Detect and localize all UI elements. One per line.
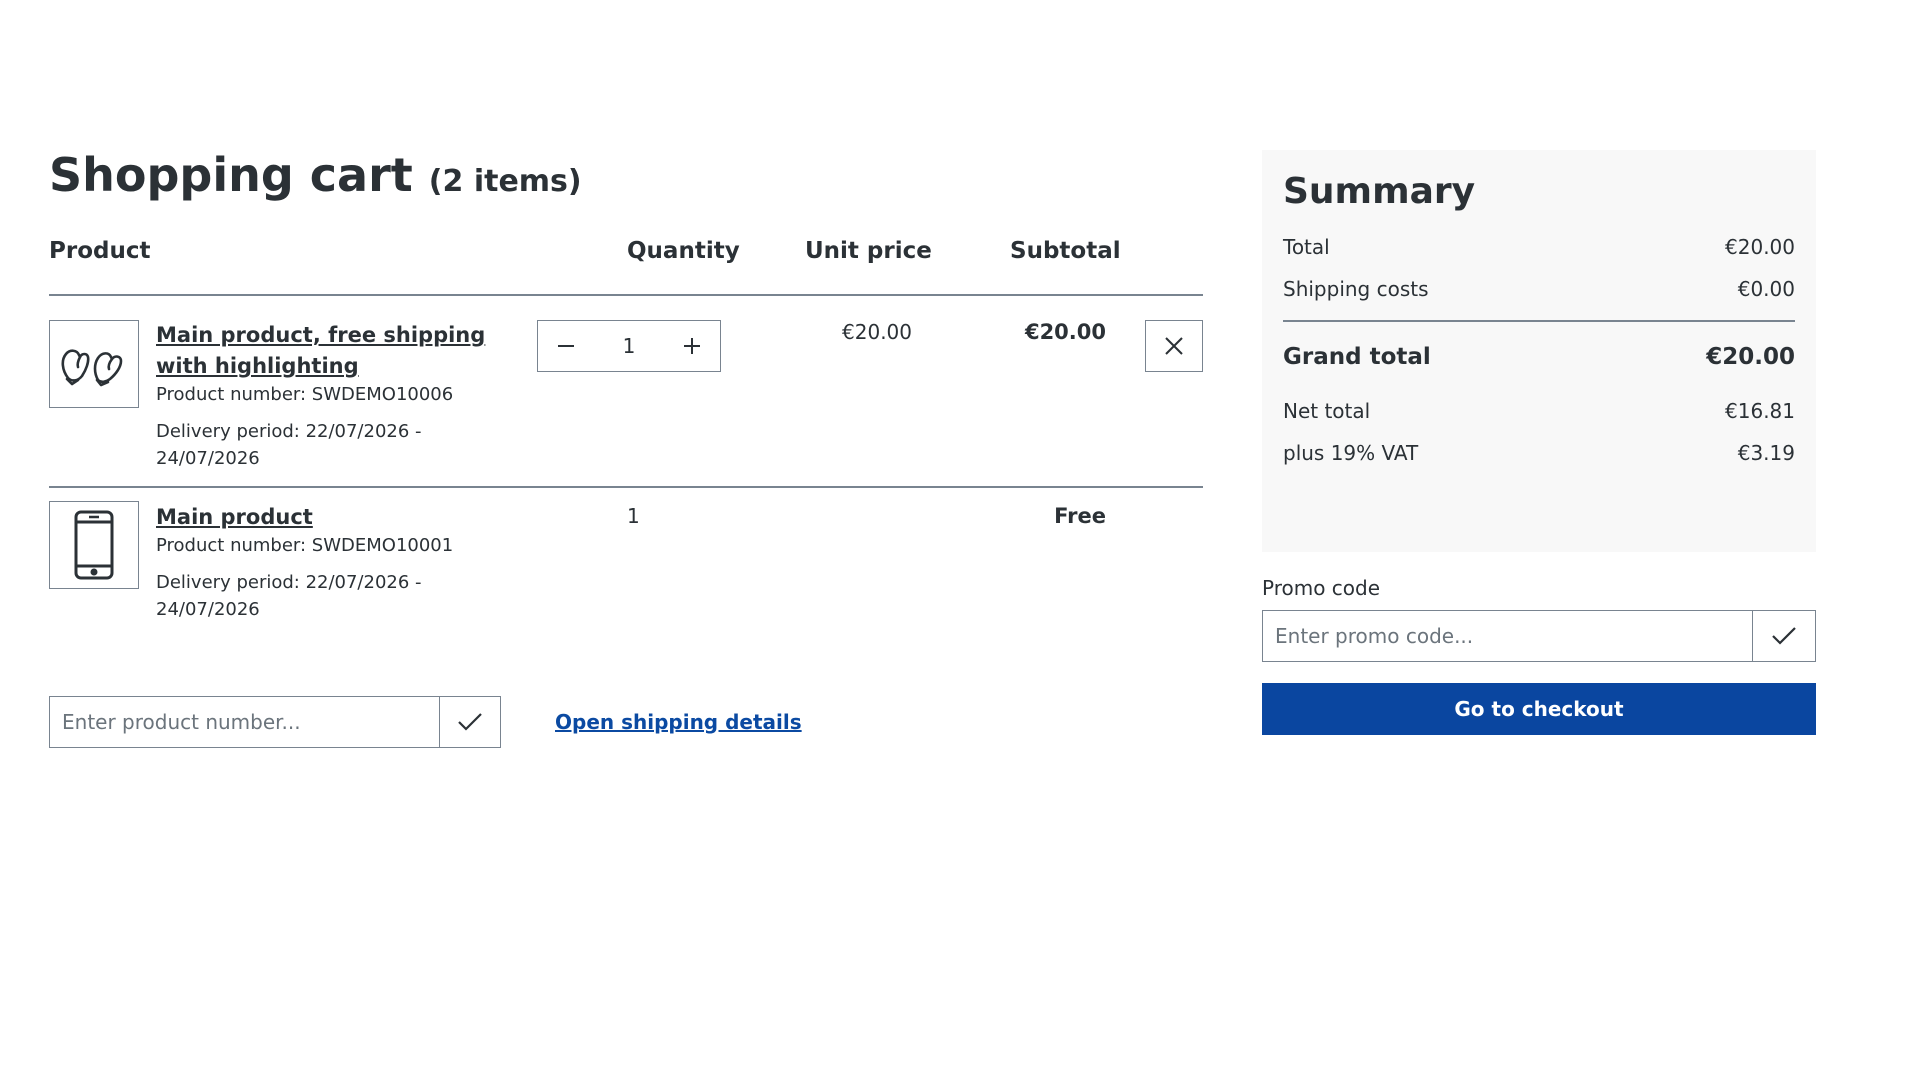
summary-vat-label: plus 19% VAT (1283, 441, 1419, 465)
increase-quantity-button[interactable] (664, 321, 720, 371)
promo-code-submit-button[interactable] (1752, 611, 1815, 661)
cart-table-header: Product Quantity Unit price Subtotal (49, 226, 1203, 296)
add-product-form (49, 696, 501, 748)
product-number: Product number: SWDEMO10001 (156, 535, 454, 556)
summary-shipping-value: €0.00 (1737, 277, 1795, 301)
summary-grand-total-label: Grand total (1283, 344, 1431, 370)
cart-line-item: Main product, free shipping with highlig… (49, 296, 1203, 488)
minus-icon (558, 345, 574, 347)
product-info: Main product Product number: SWDEMO10001… (156, 502, 486, 623)
summary-grand-total-value: €20.00 (1706, 344, 1795, 370)
close-icon (1165, 337, 1183, 355)
summary-shipping-row: Shipping costs €0.00 (1283, 268, 1795, 310)
summary-divider (1283, 320, 1795, 322)
product-number: Product number: SWDEMO10006 (156, 384, 454, 405)
cart-line-item: Main product Product number: SWDEMO10001… (49, 488, 1203, 668)
checkmark-icon (458, 713, 482, 731)
summary-shipping-label: Shipping costs (1283, 277, 1429, 301)
remove-item-button[interactable] (1145, 320, 1203, 372)
product-thumbnail[interactable] (49, 320, 139, 408)
promo-code-input[interactable] (1263, 611, 1752, 661)
checkmark-icon (1772, 627, 1796, 645)
summary-total-label: Total (1283, 235, 1330, 259)
column-header-product: Product (49, 238, 151, 264)
summary-net-total-value: €16.81 (1725, 399, 1795, 423)
promo-code-label: Promo code (1262, 576, 1381, 600)
decrease-quantity-button[interactable] (538, 321, 594, 371)
summary-net-total-label: Net total (1283, 399, 1371, 423)
column-header-quantity: Quantity (627, 238, 740, 264)
page-title-text: Shopping cart (49, 148, 413, 202)
delivery-period: Delivery period: 22/07/2026 - 24/07/2026 (156, 421, 422, 469)
product-info: Main product, free shipping with highlig… (156, 320, 486, 472)
summary-title: Summary (1283, 171, 1476, 212)
summary-vat-value: €3.19 (1737, 441, 1795, 465)
column-header-unit-price: Unit price (805, 238, 932, 264)
quantity-value[interactable]: 1 (594, 334, 664, 358)
cart-page: Shopping cart (2 items) Product Quantity… (0, 0, 1920, 1080)
product-name-link[interactable]: Main product (156, 502, 486, 533)
mittens-icon (61, 349, 123, 387)
quantity-stepper: 1 (537, 320, 721, 372)
summary-vat-row: plus 19% VAT €3.19 (1283, 432, 1795, 474)
summary-total-row: Total €20.00 (1283, 226, 1795, 268)
summary-grand-total-row: Grand total €20.00 (1283, 330, 1795, 384)
page-title: Shopping cart (2 items) (49, 145, 1203, 212)
unit-price: €20.00 (842, 320, 912, 344)
summary-net-total-row: Net total €16.81 (1283, 390, 1795, 432)
quantity-value: 1 (627, 504, 640, 528)
open-shipping-details-link[interactable]: Open shipping details (555, 710, 802, 734)
go-to-checkout-button[interactable]: Go to checkout (1262, 683, 1816, 735)
promo-code-form (1262, 610, 1816, 662)
plus-icon (684, 338, 700, 354)
summary-total-value: €20.00 (1725, 235, 1795, 259)
smartphone-icon (74, 510, 114, 580)
add-product-submit-button[interactable] (439, 697, 500, 747)
product-number-input[interactable] (50, 697, 439, 747)
cart-section: Shopping cart (2 items) Product Quantity… (49, 145, 1203, 668)
line-subtotal: Free (1054, 504, 1106, 528)
cart-item-count: (2 items) (428, 164, 582, 199)
line-subtotal: €20.00 (1024, 320, 1106, 344)
product-name-link[interactable]: Main product, free shipping with highlig… (156, 320, 486, 382)
delivery-period: Delivery period: 22/07/2026 - 24/07/2026 (156, 572, 422, 620)
product-thumbnail[interactable] (49, 501, 139, 589)
column-header-subtotal: Subtotal (1010, 238, 1121, 264)
order-summary: Summary Total €20.00 Shipping costs €0.0… (1262, 150, 1816, 552)
